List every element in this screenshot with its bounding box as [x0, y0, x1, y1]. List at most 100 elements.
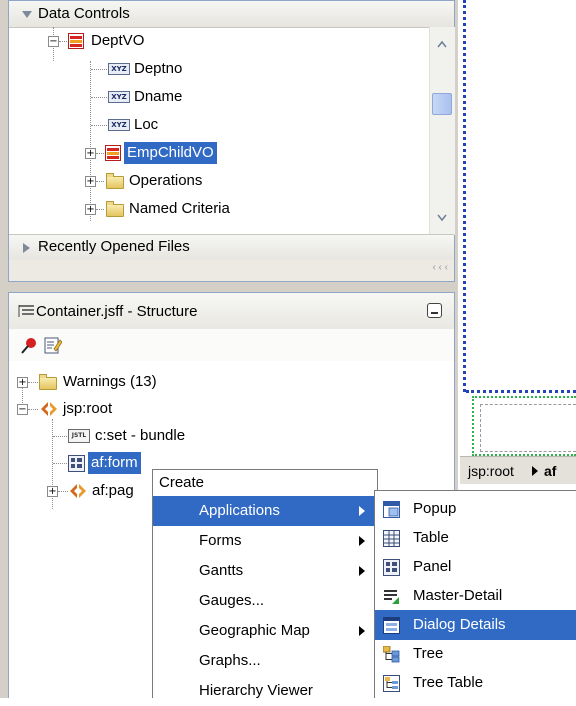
- form-icon: [68, 455, 85, 472]
- view-object-icon: [68, 33, 84, 49]
- expand-icon[interactable]: +: [47, 486, 58, 497]
- tree-connector: [91, 97, 107, 98]
- master-detail-icon: [384, 590, 399, 604]
- tree-icon: [383, 646, 400, 663]
- submenu-item-tree-table[interactable]: Tree Table: [375, 668, 576, 698]
- tree-node-label: DeptVO: [91, 32, 145, 49]
- tree-node-loc[interactable]: XYZ Loc: [9, 113, 429, 137]
- submenu-item-label: Tree: [413, 645, 444, 662]
- design-container-outline: [466, 390, 576, 393]
- submenu-item-panel[interactable]: Panel: [375, 552, 576, 582]
- submenu-item-label: Table: [413, 529, 449, 546]
- collapse-triangle-icon[interactable]: [22, 11, 32, 18]
- tree-node-label: Named Criteria: [129, 200, 230, 217]
- submenu-item-popup[interactable]: Popup: [375, 494, 576, 524]
- menu-header-create: Create: [153, 470, 377, 496]
- tree-node-label: Deptno: [134, 60, 183, 77]
- design-container-outline: [463, 0, 467, 392]
- menu-item-graphs[interactable]: Graphs...: [153, 646, 377, 676]
- submenu-arrow-icon: [359, 536, 365, 546]
- tree-node-label: c:set - bundle: [95, 427, 186, 444]
- data-controls-panel: Data Controls − DeptVO XYZ Deptno XYZ Dn…: [8, 0, 455, 282]
- data-controls-header[interactable]: Data Controls: [9, 1, 454, 28]
- tree-node-label: jsp:root: [63, 400, 113, 417]
- collapse-icon[interactable]: −: [17, 404, 28, 415]
- submenu-item-master-detail[interactable]: Master-Detail: [375, 581, 576, 611]
- pin-icon[interactable]: [20, 337, 38, 355]
- minimize-icon[interactable]: [427, 303, 442, 318]
- submenu-item-label: Popup: [413, 500, 457, 517]
- menu-item-label: Graphs...: [199, 652, 261, 669]
- resize-grip-icon[interactable]: ‹ ‹ ‹: [432, 262, 448, 273]
- breadcrumb-item-root[interactable]: jsp:root: [468, 457, 514, 485]
- breadcrumb-item-next[interactable]: af: [544, 457, 556, 485]
- data-controls-scrollbar[interactable]: [429, 27, 455, 235]
- menu-item-gauges[interactable]: Gauges...: [153, 586, 377, 616]
- structure-icon: [18, 305, 34, 317]
- attribute-icon: XYZ: [108, 91, 130, 103]
- tree-node-label: Loc: [134, 116, 159, 133]
- menu-item-forms[interactable]: Forms: [153, 526, 377, 556]
- panel-icon: [383, 559, 400, 576]
- tree-node-operations[interactable]: + Operations: [9, 169, 429, 193]
- tree-connector: [96, 209, 104, 210]
- tree-node-label: af:pag: [92, 482, 134, 499]
- submenu-item-tree[interactable]: Tree: [375, 639, 576, 669]
- folder-icon: [106, 201, 124, 217]
- jstl-icon: JSTL: [68, 429, 90, 443]
- recently-opened-files-title: Recently Opened Files: [38, 238, 190, 255]
- expand-icon[interactable]: +: [85, 176, 96, 187]
- tree-connector: [28, 409, 38, 410]
- tree-node-deptno[interactable]: XYZ Deptno: [9, 57, 429, 81]
- submenu-item-table[interactable]: Table: [375, 523, 576, 553]
- tree-connector: [58, 491, 68, 492]
- expand-triangle-icon[interactable]: [23, 243, 30, 253]
- collapse-icon[interactable]: −: [48, 36, 59, 47]
- tree-node-label: EmpChildVO: [124, 142, 217, 164]
- context-menu: Create Applications Forms Gantts Gauges.…: [152, 469, 378, 699]
- tree-node-deptvo[interactable]: − DeptVO: [9, 29, 429, 53]
- recently-opened-files-header[interactable]: Recently Opened Files: [9, 234, 454, 261]
- expand-icon[interactable]: +: [17, 377, 28, 388]
- tree-connector: [91, 69, 107, 70]
- tree-connector: [28, 382, 38, 383]
- menu-item-label: Hierarchy Viewer: [199, 682, 313, 699]
- expand-icon[interactable]: +: [85, 148, 96, 159]
- folder-icon: [106, 173, 124, 189]
- design-component-outline[interactable]: [480, 404, 576, 452]
- submenu-arrow-icon: [359, 566, 365, 576]
- menu-item-label: Applications: [199, 502, 280, 519]
- edit-properties-icon[interactable]: [44, 336, 62, 354]
- popup-icon: [383, 501, 400, 518]
- menu-item-applications[interactable]: Applications: [153, 496, 377, 526]
- menu-header-label: Create: [159, 474, 205, 491]
- menu-item-geographic-map[interactable]: Geographic Map: [153, 616, 377, 646]
- scroll-thumb[interactable]: [432, 93, 452, 115]
- tree-connector: [96, 181, 104, 182]
- menu-item-hierarchy-viewer[interactable]: Hierarchy Viewer: [153, 676, 377, 706]
- tree-node-empchildvo[interactable]: + EmpChildVO: [9, 141, 429, 165]
- tree-node-named-criteria[interactable]: + Named Criteria: [9, 197, 429, 221]
- jsp-tag-icon: [41, 402, 57, 416]
- structure-header: Container.jsff - Structure: [9, 293, 454, 330]
- attribute-icon: XYZ: [108, 63, 130, 75]
- menu-item-label: Gantts: [199, 562, 244, 579]
- tree-node-cset[interactable]: JSTL c:set - bundle: [9, 424, 449, 448]
- submenu-item-label: Tree Table: [413, 674, 484, 691]
- tree-connector: [91, 125, 107, 126]
- table-icon: [383, 530, 400, 547]
- tree-connector: [53, 436, 67, 437]
- view-object-icon: [105, 145, 121, 161]
- breadcrumb: jsp:root af: [460, 456, 576, 485]
- tree-node-warnings[interactable]: + Warnings (13): [9, 370, 449, 394]
- tree-node-dname[interactable]: XYZ Dname: [9, 85, 429, 109]
- tree-table-icon: [383, 675, 400, 692]
- submenu-item-label: Dialog Details: [413, 616, 506, 633]
- submenu-item-dialog-details[interactable]: Dialog Details: [375, 610, 576, 640]
- structure-title: Container.jsff - Structure: [36, 303, 198, 320]
- expand-icon[interactable]: +: [85, 204, 96, 215]
- menu-item-gantts[interactable]: Gantts: [153, 556, 377, 586]
- tree-node-jsp-root[interactable]: − jsp:root: [9, 397, 449, 421]
- tree-connector: [59, 41, 67, 42]
- breadcrumb-separator-icon: [532, 466, 538, 476]
